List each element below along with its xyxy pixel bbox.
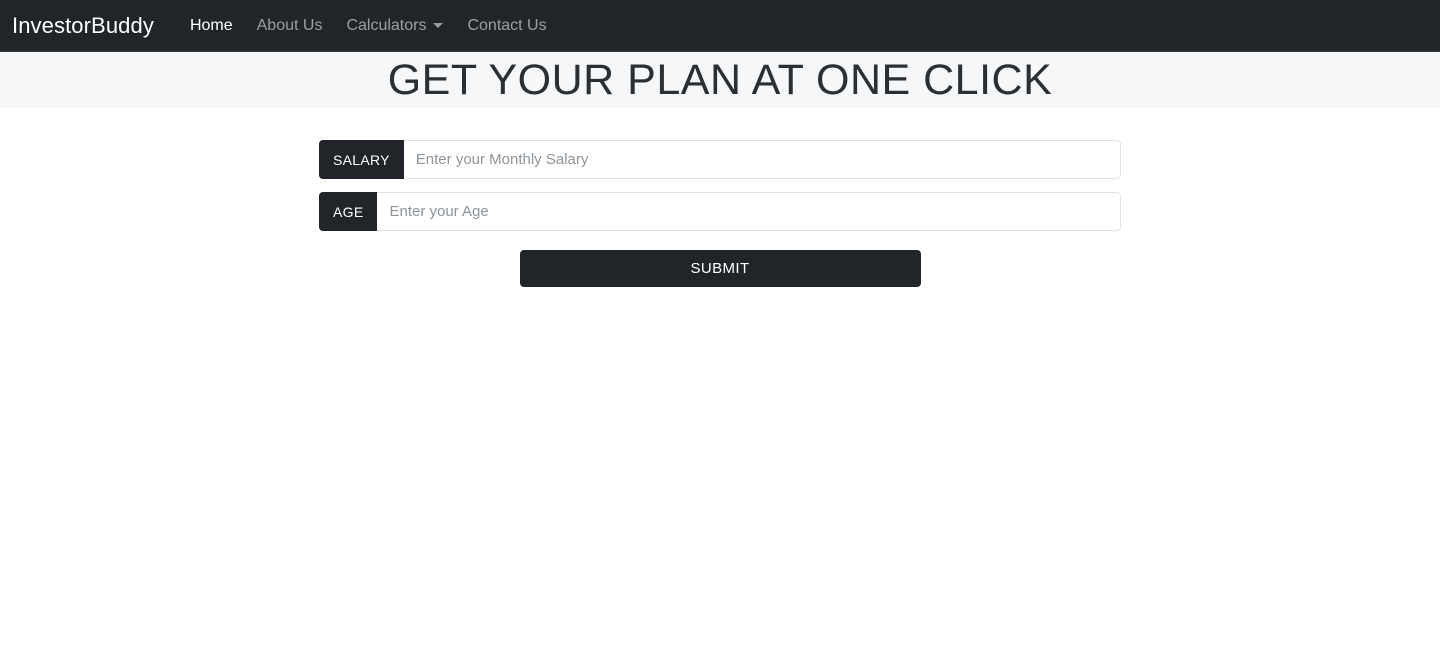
hero-banner: GET YOUR PLAN AT ONE CLICK — [0, 52, 1440, 108]
chevron-down-icon — [433, 23, 444, 28]
nav-link-calculators[interactable]: Calculators — [334, 10, 455, 42]
salary-label: SALARY — [319, 140, 404, 179]
age-input-group: AGE — [319, 192, 1121, 231]
nav-link-home[interactable]: Home — [178, 10, 245, 42]
nav-link-about-us-label: About Us — [256, 16, 323, 34]
navbar-brand[interactable]: InvestorBuddy — [12, 14, 154, 37]
nav-link-calculators-label: Calculators — [346, 16, 427, 34]
nav-link-contact-us-label: Contact Us — [467, 16, 547, 34]
submit-button[interactable]: SUBMIT — [519, 250, 921, 287]
page-title: GET YOUR PLAN AT ONE CLICK — [387, 55, 1053, 104]
age-label: AGE — [319, 192, 378, 231]
nav-link-home-label: Home — [189, 16, 233, 34]
nav-link-contact-us[interactable]: Contact Us — [455, 10, 558, 42]
navbar-links: Home About Us Calculators Contact Us — [178, 10, 559, 42]
plan-form: SALARY AGE SUBMIT — [319, 108, 1121, 287]
salary-input[interactable] — [403, 140, 1121, 179]
nav-link-about-us[interactable]: About Us — [245, 10, 335, 42]
age-input[interactable] — [377, 192, 1121, 231]
navbar: InvestorBuddy Home About Us Calculators … — [0, 0, 1440, 52]
salary-input-group: SALARY — [319, 140, 1121, 179]
submit-row: SUBMIT — [319, 250, 1121, 287]
page-body: SALARY AGE SUBMIT — [0, 108, 1440, 653]
